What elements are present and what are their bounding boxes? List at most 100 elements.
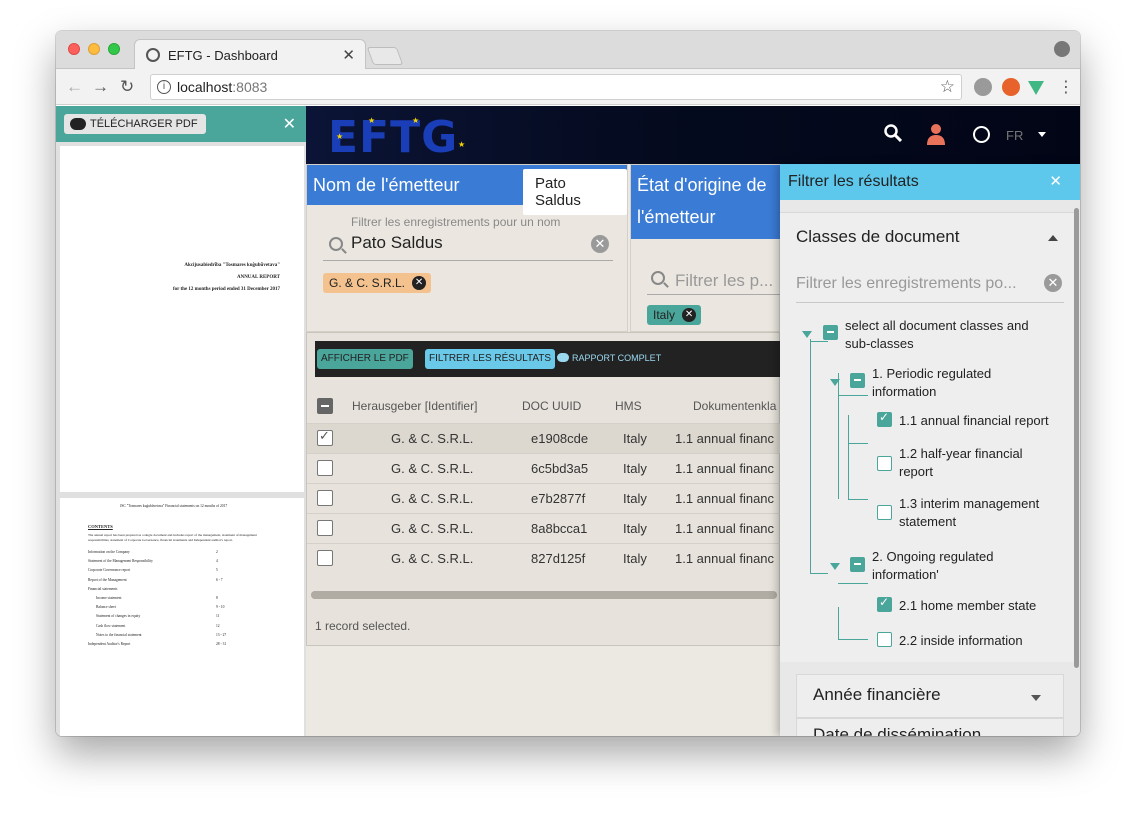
row-checkbox[interactable] (317, 520, 333, 536)
pdf-toc-entry: Balance sheet (96, 605, 116, 610)
url-text: localhost:8083 (177, 79, 268, 95)
vue-devtools-icon[interactable] (1028, 81, 1044, 95)
periodic-info-checkbox[interactable] (850, 373, 865, 388)
language-selector[interactable]: FR (1006, 128, 1023, 143)
eftg-logo[interactable]: EFTG ★ ★ ★ ★ (328, 112, 465, 163)
browser-toolbar: ← → ↻ i localhost:8083 ☆ ⋮ (56, 69, 1080, 105)
tree-line (848, 415, 849, 499)
row-checkbox[interactable] (317, 550, 333, 566)
issuer-search-input[interactable]: Filtrer les enregistrements pour un nom … (323, 215, 613, 261)
pdf-viewer: TÉLÉCHARGER PDF ✕ Akcijusabiedrība "Tosm… (56, 106, 306, 736)
table-row[interactable]: G. & C. S.R.L. 8a8bcca1 Italy 1.1 annual fi… (307, 513, 781, 543)
filter-results-button[interactable]: FILTRER LES RÉSULTATS (425, 349, 556, 369)
dissemination-date-section[interactable]: Date de dissémination (796, 718, 1064, 736)
chevron-down-icon[interactable] (1031, 695, 1041, 701)
back-icon[interactable]: ← (66, 77, 83, 97)
close-filter-panel-icon[interactable]: ✕ (1049, 172, 1062, 190)
column-header-doc-class[interactable]: Dokumentenkla (693, 399, 776, 413)
table-row[interactable]: G. & C. S.R.L. e7b2877f Italy 1.1 annual fi… (307, 483, 781, 513)
filter-panel-scrollbar[interactable] (1074, 208, 1079, 668)
reload-icon[interactable]: ↻ (120, 77, 134, 97)
inside-information-checkbox[interactable] (877, 632, 892, 647)
show-pdf-button[interactable]: AFFICHER LE PDF (317, 349, 413, 369)
scrollbar-thumb[interactable] (311, 591, 777, 599)
annual-report-checkbox[interactable] (877, 410, 892, 427)
document-class-search-input[interactable]: Filtrer les enregistrements po... ✕ (796, 271, 1064, 303)
cell-doc-class: 1.1 annual financ (675, 521, 775, 536)
row-checkbox[interactable] (317, 428, 333, 446)
globe-icon[interactable] (973, 126, 990, 143)
document-class-section: Classes de document Filtrer les enregist… (780, 212, 1074, 662)
address-bar[interactable]: i localhost:8083 ☆ (150, 74, 962, 100)
clear-search-icon[interactable]: ✕ (1044, 274, 1062, 292)
column-header-uuid[interactable]: DOC UUID (522, 399, 581, 413)
annual-report-label: 1.1 annual financial report (899, 413, 1049, 428)
state-search-placeholder: Filtrer les p... (675, 271, 774, 290)
pdf-toc-page: 6 - 7 (216, 577, 223, 582)
tab-close-icon[interactable]: ✕ (342, 46, 355, 64)
select-all-checkbox[interactable] (317, 398, 333, 414)
facet-issuer-title: Nom de l'émetteur (313, 175, 460, 195)
interim-statement-checkbox[interactable] (877, 505, 892, 520)
document-class-title[interactable]: Classes de document (796, 227, 959, 247)
row-checkbox[interactable] (317, 460, 333, 476)
close-pdf-icon[interactable]: ✕ (283, 114, 296, 134)
adblock-extension-icon[interactable] (974, 78, 992, 96)
facet-issuer-header: Nom de l'émetteur Pato Saldus (307, 165, 627, 215)
select-all-classes-checkbox[interactable] (823, 325, 838, 340)
table-row[interactable]: G. & C. S.R.L. 827d125f Italy 1.1 annual fi… (307, 543, 781, 573)
cell-hms: Italy (623, 551, 647, 566)
table-row[interactable]: G. & C. S.R.L. 6c5bd3a5 Italy 1.1 annual fi… (307, 453, 781, 483)
pdf-report-title: ANNUAL REPORT (236, 275, 280, 280)
table-row[interactable]: G. & C. S.R.L. e1908cde Italy 1.1 annual fi… (307, 423, 781, 453)
browser-tab[interactable]: EFTG - Dashboard ✕ (134, 39, 366, 69)
pdf-toc-entry: Independent Auditor's Report (88, 642, 131, 646)
cell-uuid: 827d125f (531, 551, 586, 566)
chevron-up-icon[interactable] (1048, 235, 1058, 241)
remove-chip-icon[interactable]: ✕ (682, 308, 697, 322)
issuer-filter-chip[interactable]: G. & C. S.R.L. ✕ (323, 273, 432, 293)
cell-uuid: e7b2877f (531, 491, 586, 506)
selected-issuer-pill[interactable]: Pato Saldus (523, 169, 627, 215)
download-pdf-button[interactable]: TÉLÉCHARGER PDF (64, 114, 206, 134)
fiscal-year-section[interactable]: Année financière (796, 674, 1064, 718)
cell-hms: Italy (623, 491, 647, 506)
browser-menu-icon[interactable]: ⋮ (1058, 77, 1074, 97)
user-icon[interactable] (926, 123, 946, 145)
ongoing-info-checkbox[interactable] (850, 557, 865, 572)
column-header-hms[interactable]: HMS (615, 399, 642, 413)
half-year-report-checkbox[interactable] (877, 456, 892, 471)
pdf-toc-page: 9 - 10 (216, 605, 225, 610)
pdf-toc-entry: Cash flow statement (96, 623, 126, 628)
duckduckgo-extension-icon[interactable] (1002, 78, 1020, 96)
remove-chip-icon[interactable]: ✕ (412, 276, 427, 290)
full-report-button[interactable]: RAPPORT COMPLET (557, 353, 661, 363)
forward-icon[interactable]: → (92, 77, 109, 97)
row-checkbox[interactable] (317, 490, 333, 506)
close-window-button[interactable] (68, 43, 80, 55)
expand-caret-icon[interactable] (830, 563, 840, 570)
info-icon[interactable]: i (157, 80, 171, 94)
horizontal-scrollbar[interactable] (311, 591, 777, 599)
expand-caret-icon[interactable] (830, 379, 840, 386)
bookmark-star-icon[interactable]: ☆ (940, 77, 955, 97)
pdf-intro-line2: responsibilities, statement of Corporate… (88, 538, 233, 542)
cell-issuer: G. & C. S.R.L. (391, 521, 474, 536)
new-tab-button[interactable] (366, 47, 404, 65)
maximize-window-button[interactable] (108, 43, 120, 55)
tree-line (810, 573, 828, 574)
expand-caret-icon[interactable] (802, 331, 812, 338)
home-member-state-checkbox[interactable] (877, 595, 892, 612)
profile-icon[interactable] (1054, 41, 1070, 57)
chevron-down-icon[interactable] (1038, 132, 1046, 137)
state-search-input[interactable]: Filtrer les p... (647, 261, 781, 295)
pdf-toc-page: 5 (216, 568, 218, 573)
pdf-contents-heading: CONTENTS (88, 524, 113, 529)
fiscal-year-title: Année financière (813, 685, 941, 704)
clear-search-icon[interactable]: ✕ (591, 235, 609, 253)
minimize-window-button[interactable] (88, 43, 100, 55)
home-member-state-label: 2.1 home member state (899, 598, 1037, 613)
search-icon[interactable] (884, 124, 902, 142)
state-filter-chip[interactable]: Italy ✕ (647, 305, 702, 325)
column-header-issuer[interactable]: Herausgeber [Identifier] (352, 399, 477, 413)
